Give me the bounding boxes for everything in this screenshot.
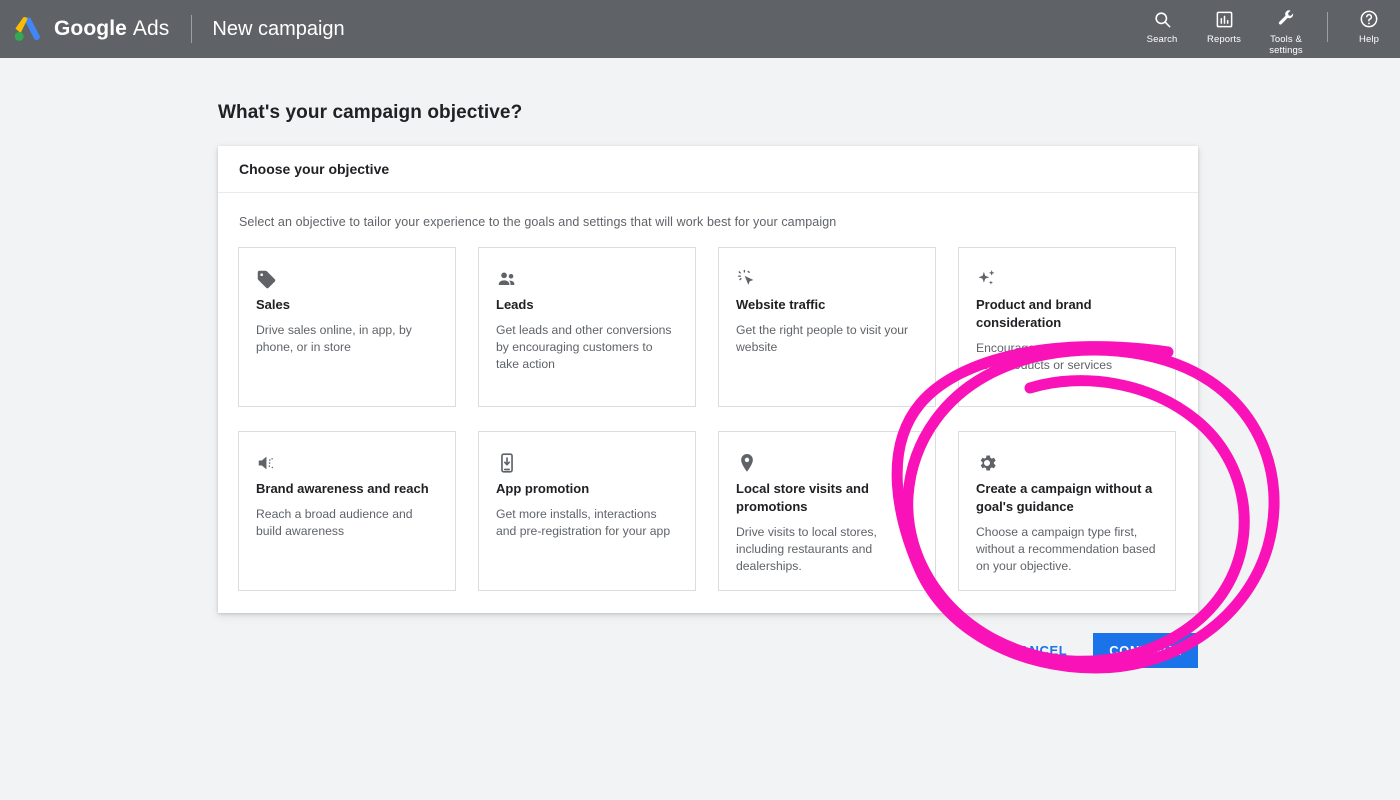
- objective-card-local-store-visits-and-promotions[interactable]: Local store visits and promotions Drive …: [718, 431, 936, 591]
- help-icon: [1359, 8, 1379, 30]
- card-header: Choose your objective: [218, 146, 1198, 193]
- objective-card-create-campaign-without-goal-guidance[interactable]: Create a campaign without a goal's guida…: [958, 431, 1176, 591]
- objective-card: Choose your objective Select an objectiv…: [218, 146, 1198, 613]
- reports-button[interactable]: Reports: [1193, 8, 1255, 45]
- tools-settings-label: Tools & settings: [1269, 34, 1303, 56]
- objective-card-leads[interactable]: Leads Get leads and other conversions by…: [478, 247, 696, 407]
- objective-desc: Encourage people to explore your product…: [976, 340, 1158, 374]
- objective-title: Sales: [256, 296, 438, 314]
- brand-text: Google Ads: [54, 17, 169, 41]
- objective-title: App promotion: [496, 480, 678, 498]
- objective-title: Product and brand consideration: [976, 296, 1158, 332]
- search-label: Search: [1147, 34, 1178, 45]
- cancel-button[interactable]: CANCEL: [1002, 634, 1076, 667]
- card-actions: CANCEL CONTINUE: [218, 628, 1198, 672]
- people-icon: [496, 264, 678, 294]
- objective-title: Create a campaign without a goal's guida…: [976, 480, 1158, 516]
- search-icon: [1153, 8, 1172, 30]
- reports-label: Reports: [1207, 34, 1241, 45]
- brand-divider: [191, 15, 192, 43]
- objective-desc: Get more installs, interactions and pre-…: [496, 506, 678, 540]
- objective-title: Leads: [496, 296, 678, 314]
- page-name: New campaign: [212, 18, 344, 41]
- objective-desc: Choose a campaign type first, without a …: [976, 524, 1158, 575]
- objective-card-sales[interactable]: Sales Drive sales online, in app, by pho…: [238, 247, 456, 407]
- brand-google: Google: [54, 17, 127, 40]
- objective-desc: Get leads and other conversions by encou…: [496, 322, 678, 373]
- objective-card-website-traffic[interactable]: Website traffic Get the right people to …: [718, 247, 936, 407]
- continue-button[interactable]: CONTINUE: [1093, 633, 1198, 668]
- tools-settings-button[interactable]: Tools & settings: [1255, 8, 1317, 56]
- card-header-title: Choose your objective: [239, 161, 389, 177]
- search-button[interactable]: Search: [1131, 8, 1193, 45]
- objective-title: Local store visits and promotions: [736, 480, 918, 516]
- help-label: Help: [1359, 34, 1379, 45]
- page-title: What's your campaign objective?: [218, 102, 522, 124]
- mobile-download-icon: [496, 448, 678, 478]
- objective-card-app-promotion[interactable]: App promotion Get more installs, interac…: [478, 431, 696, 591]
- appbar-tools: Search Reports Tools & settings: [1131, 0, 1400, 58]
- megaphone-icon: [256, 448, 438, 478]
- reports-icon: [1215, 8, 1234, 30]
- objective-desc: Drive visits to local stores, including …: [736, 524, 918, 575]
- google-ads-logo: [8, 9, 48, 49]
- location-pin-icon: [736, 448, 918, 478]
- click-cursor-icon: [736, 264, 918, 294]
- card-subtitle: Select an objective to tailor your exper…: [218, 193, 1198, 229]
- objective-card-brand-awareness-and-reach[interactable]: Brand awareness and reach Reach a broad …: [238, 431, 456, 591]
- objective-desc: Get the right people to visit your websi…: [736, 322, 918, 356]
- objective-title: Brand awareness and reach: [256, 480, 438, 498]
- objective-desc: Drive sales online, in app, by phone, or…: [256, 322, 438, 356]
- app-bar: Google Ads New campaign Search Repor: [0, 0, 1400, 58]
- brand-ads: Ads: [133, 17, 170, 40]
- objective-grid: Sales Drive sales online, in app, by pho…: [218, 229, 1198, 591]
- wrench-icon: [1276, 8, 1296, 30]
- help-button[interactable]: Help: [1338, 8, 1400, 45]
- objective-desc: Reach a broad audience and build awarene…: [256, 506, 438, 540]
- objective-card-product-brand-consideration[interactable]: Product and brand consideration Encourag…: [958, 247, 1176, 407]
- gear-icon: [976, 448, 1158, 478]
- brand[interactable]: Google Ads: [0, 9, 169, 49]
- sparkle-icon: [976, 264, 1158, 294]
- tag-icon: [256, 264, 438, 294]
- toolbar-divider: [1327, 12, 1328, 42]
- objective-title: Website traffic: [736, 296, 918, 314]
